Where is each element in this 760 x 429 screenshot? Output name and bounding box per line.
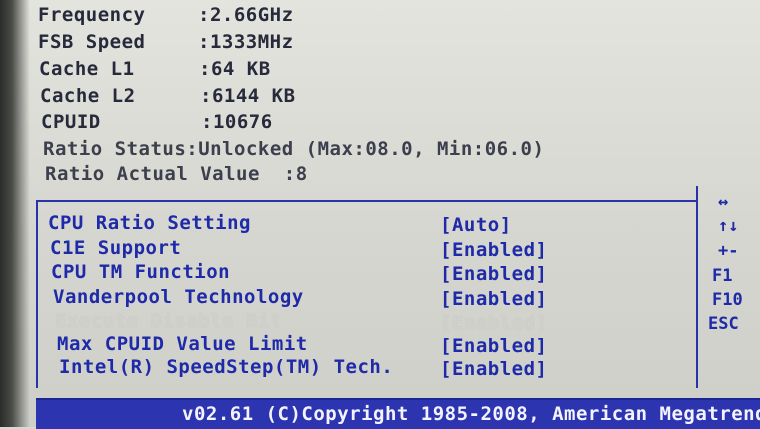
frequency-row: Frequency :2.66GHz <box>38 4 294 26</box>
vanderpool-technology-value[interactable]: [Enabled] <box>440 288 547 310</box>
cache-l2-value: :6144 KB <box>200 85 296 107</box>
fsb-speed-label: FSB Speed <box>38 31 146 53</box>
c1e-support-value[interactable]: [Enabled] <box>440 239 547 261</box>
speedstep-tech-value[interactable]: [Enabled] <box>440 358 547 380</box>
frequency-value: :2.66GHz <box>198 4 294 26</box>
bios-screen: Frequency :2.66GHz FSB Speed :1333MHz Cach… <box>0 0 760 429</box>
frequency-label: Frequency <box>38 4 146 26</box>
f10-key: F10 <box>712 290 743 310</box>
cache-l1-value: :64 KB <box>199 58 271 80</box>
cpu-tm-function-value[interactable]: [Enabled] <box>440 263 547 285</box>
cpuid-row: CPUID :10676 <box>41 111 273 133</box>
up-down-arrow-icon: ↑↓ <box>718 216 739 236</box>
ratio-actual-value-text: Ratio Actual Value :8 <box>45 163 308 185</box>
fsb-speed-row: FSB Speed :1333MHz <box>38 31 294 53</box>
cache-l2-row: Cache L2 :6144 KB <box>40 85 296 107</box>
execute-disable-bit-value: [Enabled] <box>440 312 548 334</box>
left-right-arrow-icon: ↔ <box>718 192 729 212</box>
max-cpuid-value-limit-value[interactable]: [Enabled] <box>440 335 547 357</box>
esc-key: ESC <box>708 314 739 334</box>
screen-bezel-edge <box>0 0 30 427</box>
cpu-ratio-setting-value[interactable]: [Auto] <box>440 214 512 236</box>
cache-l1-row: Cache L1 :64 KB <box>39 58 271 80</box>
f1-key: F1 <box>712 266 733 286</box>
footer-bar: v02.61 (C)Copyright 1985-2008, American … <box>36 398 760 429</box>
cpuid-label: CPUID <box>41 111 101 133</box>
plus-minus-key: +- <box>718 241 739 261</box>
cache-l2-label: Cache L2 <box>40 85 136 107</box>
ratio-status-text: Ratio Status:Unlocked (Max:08.0, Min:06.… <box>43 138 545 160</box>
cpuid-value: :10676 <box>201 111 273 133</box>
copyright-text: v02.61 (C)Copyright 1985-2008, American … <box>182 403 760 425</box>
fsb-speed-value: :1333MHz <box>198 31 294 53</box>
cache-l1-label: Cache L1 <box>39 58 135 80</box>
